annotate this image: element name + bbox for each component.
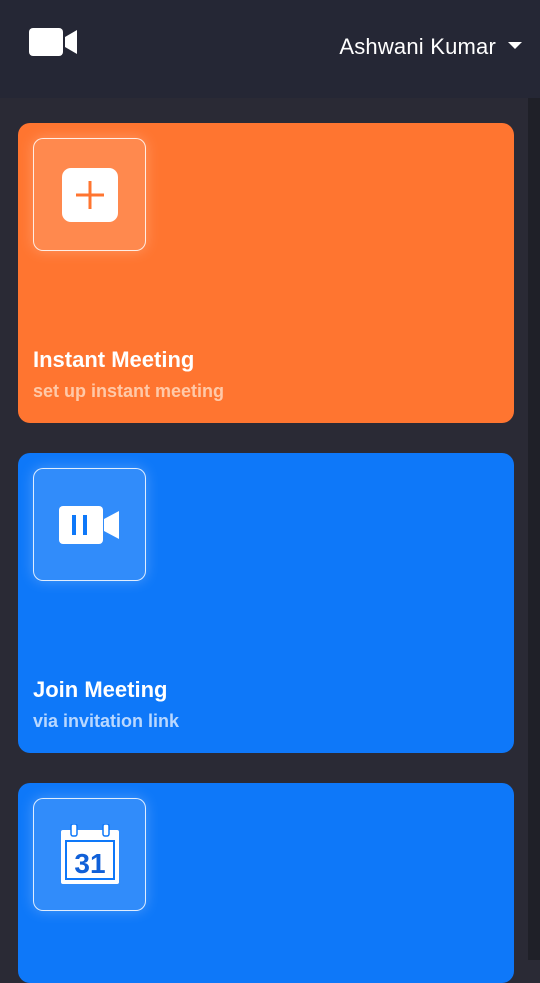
icon-box: 31: [33, 798, 146, 911]
card-title: Instant Meeting: [33, 347, 195, 372]
card-subtitle: via invitation link: [33, 711, 180, 731]
calendar-day: 31: [74, 848, 105, 879]
card-subtitle: set up instant meeting: [33, 381, 225, 401]
join-meeting-card[interactable]: Join Meeting via invitation link: [18, 453, 514, 753]
app-header: Ashwani Kumar: [0, 0, 540, 98]
schedule-meeting-card[interactable]: 31: [18, 783, 514, 983]
instant-meeting-card[interactable]: Instant Meeting set up instant meeting: [18, 123, 514, 423]
card-title: Join Meeting: [33, 677, 168, 702]
icon-box: [33, 468, 146, 581]
scrollbar[interactable]: [528, 98, 540, 960]
video-camera-icon[interactable]: [29, 27, 79, 57]
icon-box: [33, 138, 146, 251]
user-name: Ashwani Kumar: [339, 34, 496, 59]
caret-down-icon: [508, 41, 522, 49]
plus-icon: [61, 167, 118, 222]
calendar-icon: 31: [60, 823, 119, 884]
video-camera-icon: [58, 505, 119, 544]
user-menu-dropdown[interactable]: Ashwani Kumar: [339, 34, 522, 60]
